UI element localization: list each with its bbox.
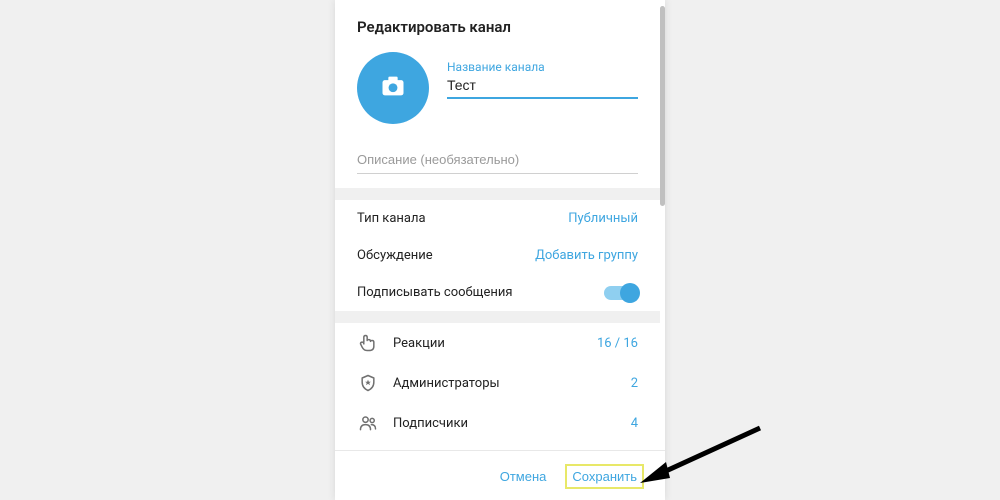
admins-label: Администраторы: [393, 376, 617, 391]
channel-description-input[interactable]: [357, 148, 638, 174]
admins-value: 2: [631, 376, 638, 391]
channel-avatar-button[interactable]: [357, 52, 429, 124]
sign-messages-label: Подписывать сообщения: [357, 285, 513, 300]
channel-description-block: [335, 138, 660, 188]
subscribers-row[interactable]: Подписчики 4: [335, 403, 660, 443]
reactions-row[interactable]: Реакции 16 / 16: [335, 323, 660, 363]
channel-name-label: Название канала: [447, 60, 638, 74]
cancel-button[interactable]: Отмена: [494, 465, 553, 488]
sign-messages-toggle[interactable]: [604, 286, 638, 300]
shield-icon: [357, 373, 379, 393]
dialog-title: Редактировать канал: [335, 0, 660, 40]
save-button[interactable]: Сохранить: [566, 465, 643, 488]
discussion-value: Добавить группу: [535, 248, 638, 263]
sign-messages-row: Подписывать сообщения: [335, 274, 660, 311]
channel-type-value: Публичный: [568, 211, 638, 226]
reactions-value: 16 / 16: [597, 336, 638, 351]
scrollbar[interactable]: [660, 6, 665, 206]
discussion-label: Обсуждение: [357, 248, 433, 263]
dialog-footer: Отмена Сохранить: [335, 450, 665, 500]
dialog-content: Редактировать канал Название канала: [335, 0, 660, 443]
section-divider: [335, 188, 660, 200]
subscribers-label: Подписчики: [393, 416, 617, 431]
channel-header: Название канала: [335, 40, 660, 138]
admins-row[interactable]: Администраторы 2: [335, 363, 660, 403]
camera-icon: [379, 72, 407, 104]
channel-type-label: Тип канала: [357, 211, 426, 226]
dialog-scroll-area: Редактировать канал Название канала: [335, 0, 665, 450]
edit-channel-dialog: Редактировать канал Название канала: [335, 0, 665, 500]
section-divider: [335, 311, 660, 323]
channel-name-block: Название канала: [447, 52, 638, 99]
reactions-icon: [357, 333, 379, 353]
channel-name-input[interactable]: [447, 74, 638, 99]
channel-type-row[interactable]: Тип канала Публичный: [335, 200, 660, 237]
people-icon: [357, 413, 379, 433]
reactions-label: Реакции: [393, 336, 583, 351]
discussion-row[interactable]: Обсуждение Добавить группу: [335, 237, 660, 274]
subscribers-value: 4: [631, 416, 638, 431]
